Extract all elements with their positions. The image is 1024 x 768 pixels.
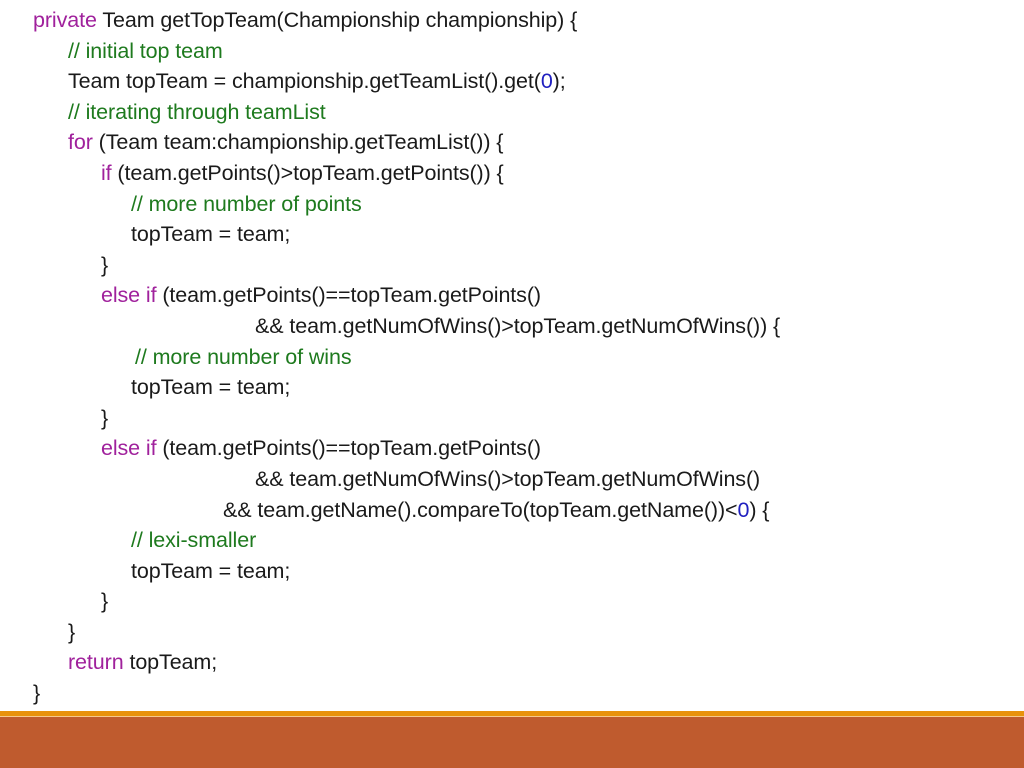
code-line: // iterating through teamList — [0, 97, 1024, 128]
code-token-plain: topTeam = team; — [131, 558, 291, 583]
code-line: // more number of points — [0, 189, 1024, 220]
code-line: } — [0, 403, 1024, 434]
code-line: topTeam = team; — [0, 219, 1024, 250]
code-token-plain: (team.getPoints()==topTeam.getPoints() — [156, 436, 541, 461]
code-token-plain: (Team team:championship.getTeamList()) { — [92, 130, 504, 155]
code-token-plain: } — [33, 681, 41, 706]
code-token-kw: if — [101, 160, 112, 185]
code-token-kw: private — [33, 8, 97, 32]
code-token-kw: else if — [101, 436, 157, 461]
code-line: if (team.getPoints()>topTeam.getPoints()… — [0, 158, 1024, 189]
code-line: && team.getNumOfWins()>topTeam.getNumOfW… — [0, 311, 1024, 342]
code-line: && team.getNumOfWins()>topTeam.getNumOfW… — [0, 464, 1024, 495]
code-token-plain: topTeam = team; — [131, 375, 291, 400]
code-token-plain: (team.getPoints()>topTeam.getPoints()) { — [111, 160, 504, 185]
code-token-plain: topTeam; — [123, 650, 218, 675]
code-token-plain: topTeam = team; — [131, 222, 291, 247]
code-token-plain: ); — [552, 69, 566, 94]
code-line: // initial top team — [0, 36, 1024, 67]
code-line: } — [0, 617, 1024, 648]
code-line: } — [0, 678, 1024, 709]
code-line: && team.getName().compareTo(topTeam.getN… — [0, 495, 1024, 526]
code-line: // more number of wins — [0, 342, 1024, 373]
code-token-plain: ) { — [749, 497, 770, 522]
code-token-plain: } — [101, 589, 109, 614]
code-token-cmt: // iterating through teamList — [68, 99, 326, 124]
code-line: return topTeam; — [0, 647, 1024, 678]
code-token-plain: && team.getNumOfWins()>topTeam.getNumOfW… — [255, 313, 781, 338]
code-token-kw: return — [68, 650, 124, 675]
code-token-plain: (team.getPoints()==topTeam.getPoints() — [156, 283, 541, 308]
code-token-plain: } — [68, 619, 76, 644]
code-token-plain: } — [101, 252, 109, 277]
code-token-cmt: // more number of points — [131, 191, 362, 216]
code-line: // lexi-smaller — [0, 525, 1024, 556]
code-token-plain: Team getTopTeam(Championship championshi… — [96, 8, 578, 32]
code-token-plain: Team topTeam = championship.getTeamList(… — [68, 69, 541, 94]
code-line: topTeam = team; — [0, 372, 1024, 403]
code-token-plain: && team.getName().compareTo(topTeam.getN… — [223, 497, 738, 522]
code-line: } — [0, 586, 1024, 617]
code-token-cmt: // lexi-smaller — [131, 528, 257, 553]
slide-canvas: private Team getTopTeam(Championship cha… — [0, 0, 1024, 768]
code-line: } — [0, 250, 1024, 281]
code-token-kw: for — [68, 130, 93, 155]
code-line: else if (team.getPoints()==topTeam.getPo… — [0, 433, 1024, 464]
code-token-num: 0 — [540, 69, 553, 94]
code-token-cmt: // more number of wins — [135, 344, 352, 369]
code-token-plain: } — [101, 405, 109, 430]
code-line: else if (team.getPoints()==topTeam.getPo… — [0, 280, 1024, 311]
footer-band — [0, 717, 1024, 768]
code-line: for (Team team:championship.getTeamList(… — [0, 127, 1024, 158]
code-token-cmt: // initial top team — [68, 38, 223, 63]
code-token-num: 0 — [737, 497, 750, 522]
code-token-kw: else if — [101, 283, 157, 308]
code-line: topTeam = team; — [0, 556, 1024, 587]
code-token-plain: && team.getNumOfWins()>topTeam.getNumOfW… — [255, 466, 761, 491]
code-line: private Team getTopTeam(Championship cha… — [0, 5, 1024, 36]
code-block: private Team getTopTeam(Championship cha… — [0, 5, 1024, 709]
code-line: Team topTeam = championship.getTeamList(… — [0, 66, 1024, 97]
